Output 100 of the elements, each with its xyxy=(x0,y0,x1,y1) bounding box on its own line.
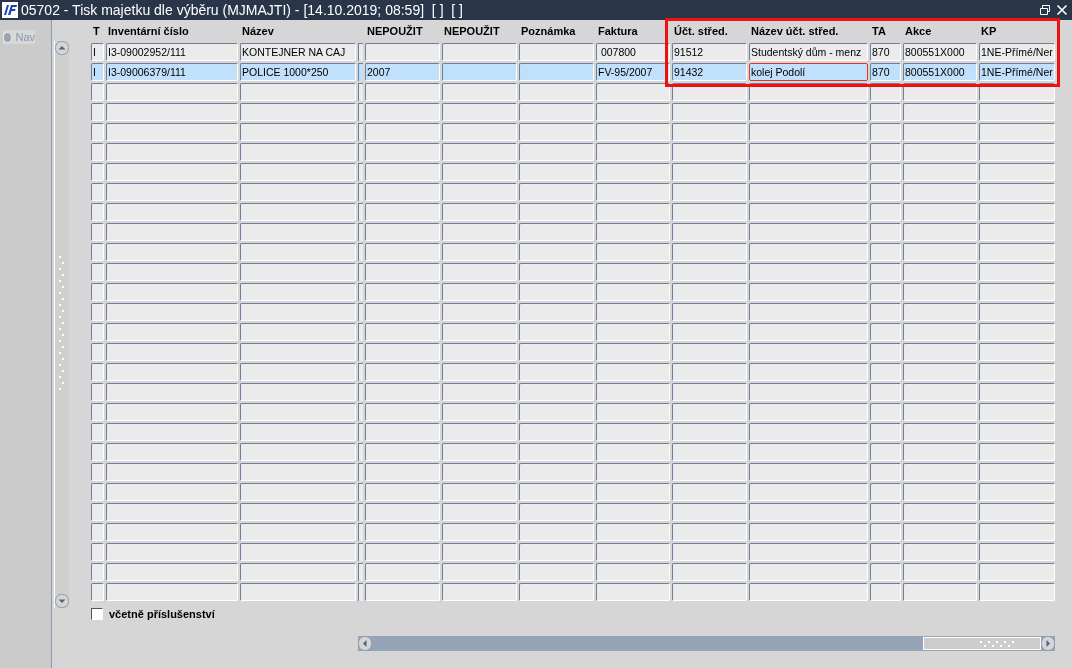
table-cell[interactable] xyxy=(749,563,868,581)
close-icon[interactable] xyxy=(1056,4,1068,16)
table-cell[interactable] xyxy=(596,583,670,601)
table-cell[interactable] xyxy=(365,543,440,561)
table-cell[interactable] xyxy=(979,463,1055,481)
table-cell[interactable] xyxy=(240,423,356,441)
table-cell[interactable] xyxy=(106,283,238,301)
table-cell[interactable] xyxy=(106,323,238,341)
table-cell[interactable] xyxy=(240,523,356,541)
table-cell[interactable] xyxy=(442,383,517,401)
scroll-down-icon[interactable] xyxy=(55,594,69,608)
table-cell[interactable] xyxy=(979,183,1055,201)
table-cell[interactable] xyxy=(91,443,104,461)
table-cell[interactable] xyxy=(749,483,868,501)
table-cell[interactable] xyxy=(91,143,104,161)
table-cell[interactable] xyxy=(519,463,594,481)
table-cell[interactable] xyxy=(672,143,747,161)
table-cell[interactable] xyxy=(519,323,594,341)
table-cell[interactable] xyxy=(979,123,1055,141)
table-cell[interactable] xyxy=(596,343,670,361)
scroll-thumb[interactable] xyxy=(923,637,1041,650)
table-cell[interactable] xyxy=(106,103,238,121)
table-cell[interactable] xyxy=(672,103,747,121)
table-cell[interactable] xyxy=(749,343,868,361)
table-cell[interactable] xyxy=(596,463,670,481)
table-cell[interactable] xyxy=(870,443,901,461)
table-cell[interactable] xyxy=(442,63,517,81)
table-cell[interactable] xyxy=(979,163,1055,181)
table-cell[interactable] xyxy=(91,323,104,341)
table-cell[interactable] xyxy=(979,303,1055,321)
table-cell[interactable] xyxy=(519,123,594,141)
table-cell[interactable] xyxy=(365,363,440,381)
table-cell[interactable] xyxy=(106,143,238,161)
table-cell[interactable] xyxy=(672,123,747,141)
table-cell[interactable] xyxy=(870,323,901,341)
table-cell[interactable] xyxy=(596,403,670,421)
table-cell[interactable] xyxy=(596,423,670,441)
table-cell[interactable] xyxy=(672,323,747,341)
table-cell[interactable] xyxy=(240,463,356,481)
table-cell[interactable] xyxy=(442,463,517,481)
table-cell[interactable] xyxy=(870,283,901,301)
table-cell[interactable] xyxy=(596,523,670,541)
table-cell[interactable] xyxy=(749,183,868,201)
table-cell[interactable] xyxy=(106,423,238,441)
table-cell[interactable] xyxy=(442,243,517,261)
table-cell[interactable] xyxy=(979,263,1055,281)
table-cell[interactable] xyxy=(979,143,1055,161)
table-cell[interactable] xyxy=(749,223,868,241)
table-cell[interactable] xyxy=(596,83,670,101)
table-cell[interactable] xyxy=(596,243,670,261)
table-cell[interactable] xyxy=(240,303,356,321)
table-cell[interactable] xyxy=(91,183,104,201)
table-cell[interactable] xyxy=(240,443,356,461)
table-cell[interactable] xyxy=(903,403,977,421)
table-cell[interactable] xyxy=(672,343,747,361)
table-cell[interactable] xyxy=(442,563,517,581)
table-cell[interactable] xyxy=(365,263,440,281)
table-cell[interactable] xyxy=(240,543,356,561)
table-cell[interactable] xyxy=(870,163,901,181)
table-cell[interactable] xyxy=(106,383,238,401)
table-cell[interactable] xyxy=(672,263,747,281)
table-cell[interactable] xyxy=(106,123,238,141)
table-cell[interactable] xyxy=(749,163,868,181)
table-cell[interactable] xyxy=(749,363,868,381)
table-cell[interactable] xyxy=(519,443,594,461)
table-cell[interactable] xyxy=(870,183,901,201)
table-cell[interactable] xyxy=(749,103,868,121)
table-cell[interactable] xyxy=(870,243,901,261)
table-cell[interactable] xyxy=(870,343,901,361)
table-cell[interactable] xyxy=(240,363,356,381)
table-cell[interactable] xyxy=(519,243,594,261)
table-cell[interactable] xyxy=(442,263,517,281)
table-cell[interactable] xyxy=(106,183,238,201)
table-cell[interactable] xyxy=(365,123,440,141)
table-cell[interactable] xyxy=(91,483,104,501)
table-cell[interactable] xyxy=(519,223,594,241)
table-cell[interactable] xyxy=(672,463,747,481)
table-cell[interactable] xyxy=(442,123,517,141)
table-cell[interactable] xyxy=(979,423,1055,441)
table-cell[interactable] xyxy=(91,243,104,261)
table-cell[interactable] xyxy=(596,563,670,581)
table-cell[interactable] xyxy=(365,383,440,401)
table-cell[interactable] xyxy=(365,223,440,241)
table-cell[interactable] xyxy=(903,303,977,321)
table-cell[interactable] xyxy=(519,403,594,421)
table-cell[interactable] xyxy=(870,483,901,501)
table-cell[interactable]: I3-09006379/111 xyxy=(106,63,238,81)
table-cell[interactable] xyxy=(903,103,977,121)
table-cell[interactable] xyxy=(672,243,747,261)
table-cell[interactable] xyxy=(672,163,747,181)
table-cell[interactable] xyxy=(442,503,517,521)
table-cell[interactable] xyxy=(91,523,104,541)
table-cell[interactable]: I xyxy=(91,43,104,61)
table-cell[interactable] xyxy=(749,303,868,321)
table-cell[interactable] xyxy=(365,343,440,361)
table-cell[interactable] xyxy=(903,543,977,561)
table-cell[interactable] xyxy=(240,323,356,341)
table-cell[interactable] xyxy=(91,383,104,401)
table-cell[interactable] xyxy=(106,583,238,601)
table-cell[interactable] xyxy=(596,183,670,201)
